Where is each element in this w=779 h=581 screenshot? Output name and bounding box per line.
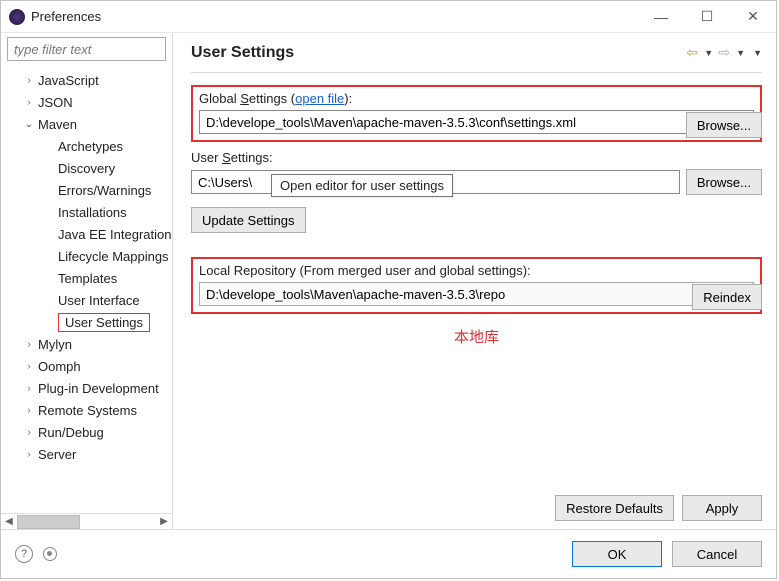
nav-back-menu[interactable]: ▼ [704, 48, 713, 58]
maximize-button[interactable]: ☐ [684, 2, 730, 32]
close-button[interactable]: ✕ [730, 2, 776, 32]
tree-item-label: Lifecycle Mappings [58, 249, 169, 264]
chevron-right-icon[interactable]: › [21, 446, 37, 462]
chevron-down-icon[interactable]: ⌄ [21, 116, 37, 132]
tree-item[interactable]: ›Remote Systems [1, 399, 172, 421]
ok-button[interactable]: OK [572, 541, 662, 567]
tree-item-label: Archetypes [58, 139, 123, 154]
tree-item[interactable]: User Interface [1, 289, 172, 311]
app-icon [9, 9, 25, 25]
tree-item[interactable]: ›Plug-in Development [1, 377, 172, 399]
tree-item-label: Server [38, 447, 76, 462]
tree-item[interactable]: ›JavaScript [1, 69, 172, 91]
settings-panel: User Settings ⇦ ▼ ⇨ ▼ ▼ Global Settings … [173, 33, 776, 529]
tree-item[interactable]: ›Mylyn [1, 333, 172, 355]
tree-item[interactable]: ⌄Maven [1, 113, 172, 135]
global-settings-label: Global Settings (open file): [199, 91, 352, 106]
tree-item[interactable]: ›Oomph [1, 355, 172, 377]
nav-back-icon[interactable]: ⇦ [683, 44, 701, 62]
chevron-right-icon[interactable]: › [21, 336, 37, 352]
tree-item-label: User Settings [58, 313, 150, 332]
chevron-right-icon[interactable]: › [21, 402, 37, 418]
restore-defaults-button[interactable]: Restore Defaults [555, 495, 674, 521]
dialog-button-bar: ? OK Cancel [1, 530, 776, 578]
cancel-button[interactable]: Cancel [672, 541, 762, 567]
tree-item[interactable]: ›JSON [1, 91, 172, 113]
tree-item[interactable]: Templates [1, 267, 172, 289]
tree-item-label: Run/Debug [38, 425, 104, 440]
tree-item-label: Plug-in Development [38, 381, 159, 396]
tooltip: Open editor for user settings [271, 174, 453, 197]
tree-item[interactable]: ›Server [1, 443, 172, 465]
chevron-right-icon[interactable]: › [21, 94, 37, 110]
preferences-tree[interactable]: ›JavaScript›JSON⌄MavenArchetypesDiscover… [1, 67, 172, 513]
tree-item[interactable]: Java EE Integration [1, 223, 172, 245]
tree-item-label: Errors/Warnings [58, 183, 151, 198]
minimize-button[interactable]: — [638, 2, 684, 32]
open-file-link[interactable]: open file [295, 91, 344, 106]
tree-item-label: Installations [58, 205, 127, 220]
nav-view-menu[interactable]: ▼ [753, 48, 762, 58]
tree-item[interactable]: Errors/Warnings [1, 179, 172, 201]
tree-item-label: Discovery [58, 161, 115, 176]
sidebar: ›JavaScript›JSON⌄MavenArchetypesDiscover… [1, 33, 173, 529]
tree-item[interactable]: User Settings [1, 311, 172, 333]
tree-item[interactable]: Lifecycle Mappings [1, 245, 172, 267]
preferences-window: Preferences — ☐ ✕ ›JavaScript›JSON⌄Maven… [0, 0, 777, 579]
tree-item-label: Java EE Integration [58, 227, 171, 242]
window-title: Preferences [31, 9, 638, 24]
chevron-right-icon[interactable]: › [21, 380, 37, 396]
chevron-right-icon[interactable]: › [21, 358, 37, 374]
chevron-right-icon[interactable]: › [21, 72, 37, 88]
tree-item-label: JSON [38, 95, 73, 110]
update-settings-button[interactable]: Update Settings [191, 207, 306, 233]
page-title: User Settings [191, 44, 683, 62]
tree-item-label: Oomph [38, 359, 81, 374]
nav-forward-icon[interactable]: ⇨ [715, 44, 733, 62]
apply-button[interactable]: Apply [682, 495, 762, 521]
tree-item-label: Remote Systems [38, 403, 137, 418]
tree-item-label: JavaScript [38, 73, 99, 88]
user-settings-label: User Settings: [191, 150, 273, 165]
tree-item-label: Mylyn [38, 337, 72, 352]
import-export-icon[interactable] [43, 547, 57, 561]
tree-item[interactable]: Discovery [1, 157, 172, 179]
help-icon[interactable]: ? [15, 545, 33, 563]
tree-item-label: Templates [58, 271, 117, 286]
tree-item-label: Maven [38, 117, 77, 132]
annotation-text: 本地库 [191, 326, 762, 347]
tree-item[interactable]: Installations [1, 201, 172, 223]
tree-item[interactable]: Archetypes [1, 135, 172, 157]
titlebar: Preferences — ☐ ✕ [1, 1, 776, 33]
filter-input[interactable] [7, 37, 166, 61]
user-browse-button[interactable]: Browse... [686, 169, 762, 195]
tree-item[interactable]: ›Run/Debug [1, 421, 172, 443]
local-repo-label: Local Repository (From merged user and g… [199, 263, 531, 278]
tree-h-scrollbar[interactable]: ◀ ▶ [1, 513, 172, 529]
tree-item-label: User Interface [58, 293, 140, 308]
chevron-right-icon[interactable]: › [21, 424, 37, 440]
global-browse-button[interactable]: Browse... [686, 112, 762, 138]
reindex-button[interactable]: Reindex [692, 284, 762, 310]
nav-forward-menu[interactable]: ▼ [736, 48, 745, 58]
